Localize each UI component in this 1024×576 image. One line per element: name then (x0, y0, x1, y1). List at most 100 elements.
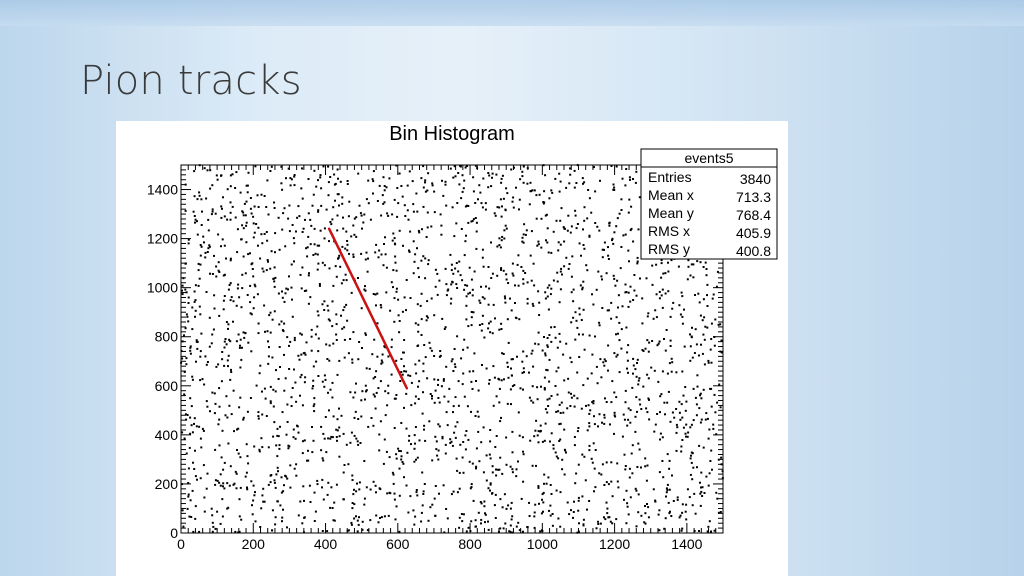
data-point (298, 215, 301, 218)
data-point (304, 218, 306, 221)
data-point (426, 300, 429, 303)
data-point (200, 446, 203, 449)
data-point (598, 472, 601, 475)
data-point (449, 167, 452, 170)
data-point (412, 272, 415, 275)
data-point (227, 442, 230, 445)
data-point (491, 272, 494, 275)
data-point (289, 340, 292, 343)
data-point (405, 427, 408, 430)
data-point (253, 296, 256, 299)
data-point (229, 299, 232, 302)
data-point (541, 349, 544, 352)
data-point (511, 515, 514, 518)
data-point (517, 460, 519, 463)
data-point (240, 518, 243, 521)
data-point (618, 371, 621, 374)
data-point (548, 334, 551, 336)
data-point (544, 422, 547, 425)
data-point (336, 418, 339, 421)
data-point (222, 482, 225, 485)
data-point (453, 431, 456, 434)
data-point (194, 449, 196, 452)
data-point (467, 325, 470, 328)
data-point (511, 272, 514, 275)
data-point (400, 358, 403, 360)
data-point (307, 449, 309, 452)
data-point (273, 207, 276, 209)
data-point (620, 328, 623, 331)
data-point (714, 411, 717, 414)
data-point (445, 508, 448, 510)
data-point (201, 427, 204, 430)
data-point (420, 511, 423, 514)
data-point (694, 328, 697, 331)
data-point (289, 177, 292, 180)
data-point (433, 401, 436, 404)
data-point (684, 432, 687, 435)
data-point (329, 221, 332, 223)
data-point (464, 240, 467, 243)
data-point (400, 458, 403, 461)
data-point (364, 289, 367, 292)
data-point (201, 378, 204, 381)
data-point (710, 405, 713, 408)
data-point (299, 332, 302, 335)
data-point (280, 320, 283, 323)
data-point (184, 288, 187, 291)
data-point (387, 384, 390, 387)
data-point (249, 197, 252, 199)
data-point (189, 352, 192, 355)
data-point (316, 253, 319, 256)
data-point (681, 370, 684, 373)
data-point (630, 452, 633, 455)
data-point (651, 340, 654, 342)
data-point (409, 374, 412, 377)
data-point (467, 438, 470, 441)
data-point (401, 461, 404, 463)
data-point (286, 421, 289, 423)
data-point (181, 509, 184, 512)
data-point (545, 482, 548, 485)
data-point (613, 432, 615, 435)
data-point (420, 259, 423, 262)
data-point (267, 362, 270, 365)
data-point (418, 359, 421, 362)
data-point (291, 224, 294, 226)
data-point (474, 415, 477, 417)
data-point (636, 256, 639, 259)
data-point (283, 300, 286, 303)
data-point (594, 190, 597, 193)
data-point (546, 411, 549, 414)
data-point (505, 278, 508, 281)
data-point (550, 493, 553, 495)
data-point (549, 440, 551, 443)
data-point (688, 496, 691, 499)
data-point (511, 468, 514, 471)
data-point (378, 449, 381, 452)
data-point (653, 430, 656, 433)
data-point (451, 281, 454, 284)
data-point (211, 208, 214, 211)
data-point (539, 530, 542, 533)
data-point (261, 413, 264, 416)
data-point (712, 427, 715, 430)
data-point (632, 240, 635, 243)
data-point (194, 221, 196, 224)
data-point (386, 212, 389, 215)
data-point (667, 501, 670, 504)
data-point (434, 285, 437, 288)
data-point (464, 434, 467, 437)
data-point (690, 423, 693, 426)
data-point (549, 293, 552, 296)
data-point (577, 496, 580, 499)
data-point (659, 438, 661, 441)
data-point (583, 206, 586, 209)
data-point (260, 193, 263, 196)
data-point (517, 254, 520, 257)
data-point (509, 388, 512, 391)
data-point (637, 442, 640, 445)
data-point (343, 326, 346, 329)
data-point (192, 461, 194, 464)
data-point (559, 412, 562, 414)
